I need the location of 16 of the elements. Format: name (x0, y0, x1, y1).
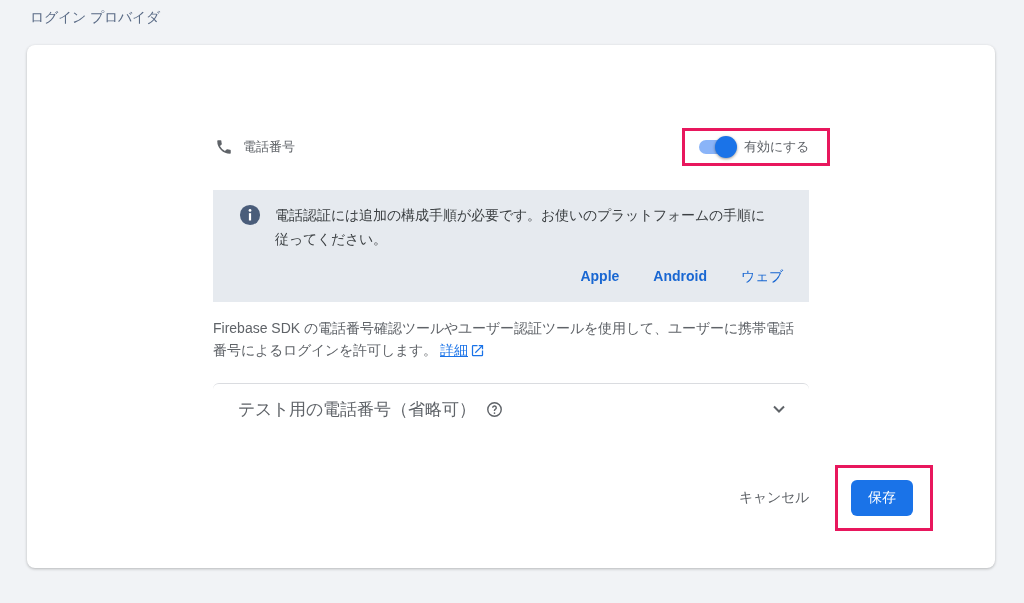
description-text: Firebase SDK の電話番号確認ツールやユーザー認証ツールを使用して、ユーザーに携帯電話番号によるログインを許可します。 詳細 (213, 319, 796, 360)
provider-name: 電話番号 (243, 138, 295, 156)
page-title: ログイン プロバイダ (29, 8, 161, 27)
notice-text: 電話認証には追加の構成手順が必要です。お使いのプラットフォームの手順に従ってください。 (275, 206, 766, 249)
details-link[interactable]: 詳細 (440, 342, 485, 358)
cancel-button[interactable]: キャンセル (739, 483, 809, 513)
test-numbers-panel[interactable]: テスト用の電話番号（省略可） (213, 383, 809, 434)
help-icon[interactable] (486, 400, 503, 418)
phone-icon (215, 138, 233, 156)
external-link-icon[interactable] (470, 343, 485, 358)
platform-link[interactable]: Android (653, 268, 707, 286)
enable-toggle[interactable]: 有効にする (699, 138, 809, 156)
info-icon (239, 204, 261, 226)
platform-link[interactable]: ウェブ (741, 268, 783, 286)
platform-link[interactable]: Apple (580, 268, 620, 286)
save-button[interactable]: 保存 (851, 480, 913, 516)
